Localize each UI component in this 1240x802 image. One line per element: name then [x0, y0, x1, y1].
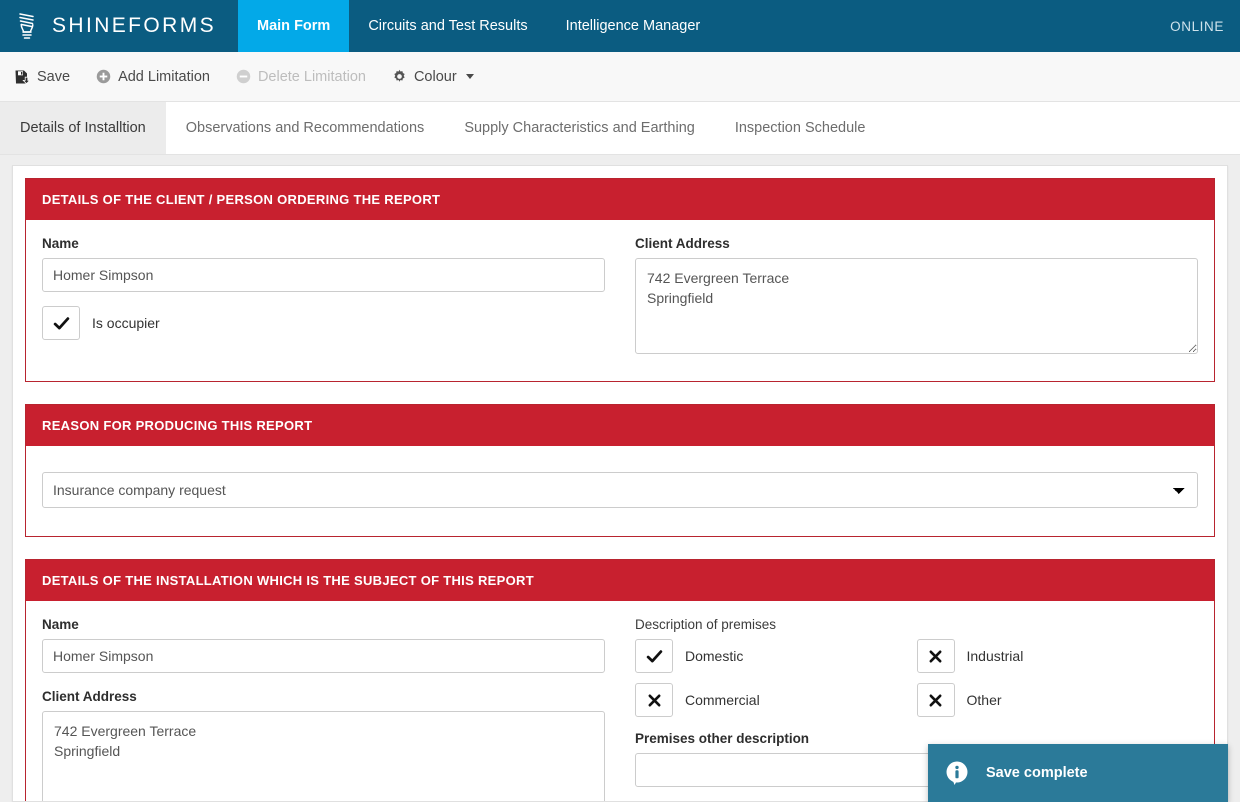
panel-client-details: DETAILS OF THE CLIENT / PERSON ORDERING … — [25, 178, 1215, 382]
toast-message: Save complete — [986, 765, 1088, 781]
nav-item-label: Intelligence Manager — [566, 18, 701, 34]
premises-option-other[interactable]: Other — [917, 683, 1199, 717]
is-occupier-label: Is occupier — [92, 315, 160, 331]
panel-title: REASON FOR PRODUCING THIS REPORT — [26, 405, 1214, 446]
tab-observations-and-recommendations[interactable]: Observations and Recommendations — [166, 102, 445, 154]
toast-notification[interactable]: Save complete — [928, 744, 1228, 802]
form-tabs: Details of Installtion Observations and … — [0, 102, 1240, 155]
installation-name-input[interactable] — [42, 639, 605, 673]
floppy-save-icon — [14, 69, 30, 85]
gear-icon — [392, 69, 407, 84]
brand[interactable]: SHINEFORMS — [0, 0, 238, 52]
minus-circle-icon — [236, 69, 251, 84]
tab-details-of-installation[interactable]: Details of Installtion — [0, 102, 166, 154]
premises-option-commercial[interactable]: Commercial — [635, 683, 917, 717]
add-limitation-button[interactable]: Add Limitation — [96, 69, 210, 85]
premises-checkbox-grid: Domestic Industr — [635, 639, 1198, 717]
tab-label: Supply Characteristics and Earthing — [464, 120, 695, 136]
delete-limitation-label: Delete Limitation — [258, 69, 366, 85]
nav-item-main-form[interactable]: Main Form — [238, 0, 349, 52]
save-button[interactable]: Save — [14, 69, 70, 85]
nav-item-circuits-and-test-results[interactable]: Circuits and Test Results — [349, 0, 546, 52]
domestic-label: Domestic — [685, 648, 743, 664]
client-address-textarea[interactable] — [635, 258, 1198, 354]
client-name-label: Name — [42, 236, 605, 251]
tab-inspection-schedule[interactable]: Inspection Schedule — [715, 102, 886, 154]
colour-button-label: Colour — [414, 69, 457, 85]
industrial-label: Industrial — [967, 648, 1024, 664]
reason-select[interactable]: Insurance company request — [42, 472, 1198, 508]
lightbulb-cfl-icon — [14, 11, 40, 41]
other-label: Other — [967, 692, 1002, 708]
is-occupier-checkbox[interactable] — [42, 306, 80, 340]
premises-option-domestic[interactable]: Domestic — [635, 639, 917, 673]
nav-item-label: Circuits and Test Results — [368, 18, 527, 34]
commercial-label: Commercial — [685, 692, 760, 708]
online-status-indicator: ONLINE — [1154, 0, 1240, 52]
tab-label: Observations and Recommendations — [186, 120, 425, 136]
installation-address-label: Client Address — [42, 689, 605, 704]
check-icon — [53, 315, 70, 332]
tab-label: Details of Installtion — [20, 120, 146, 136]
cross-icon — [928, 649, 943, 664]
client-address-label: Client Address — [635, 236, 1198, 251]
save-button-label: Save — [37, 69, 70, 85]
info-bubble-icon — [944, 760, 970, 786]
check-icon — [646, 648, 663, 665]
colour-dropdown-button[interactable]: Colour — [392, 69, 474, 85]
top-navbar: SHINEFORMS Main Form Circuits and Test R… — [0, 0, 1240, 52]
industrial-checkbox[interactable] — [917, 639, 955, 673]
nav-item-intelligence-manager[interactable]: Intelligence Manager — [547, 0, 720, 52]
delete-limitation-button: Delete Limitation — [236, 69, 366, 85]
panel-title: DETAILS OF THE INSTALLATION WHICH IS THE… — [26, 560, 1214, 601]
cross-icon — [928, 693, 943, 708]
tab-supply-characteristics-and-earthing[interactable]: Supply Characteristics and Earthing — [444, 102, 715, 154]
add-limitation-label: Add Limitation — [118, 69, 210, 85]
client-name-input[interactable] — [42, 258, 605, 292]
action-toolbar: Save Add Limitation Delete Limitation — [0, 52, 1240, 102]
plus-circle-icon — [96, 69, 111, 84]
panel-reason-for-report: REASON FOR PRODUCING THIS REPORT Insuran… — [25, 404, 1215, 537]
commercial-checkbox[interactable] — [635, 683, 673, 717]
page-body: DETAILS OF THE CLIENT / PERSON ORDERING … — [0, 155, 1240, 802]
installation-address-textarea[interactable] — [42, 711, 605, 802]
cross-icon — [647, 693, 662, 708]
tab-label: Inspection Schedule — [735, 120, 866, 136]
online-status-label: ONLINE — [1170, 19, 1224, 34]
premises-description-label: Description of premises — [635, 617, 1198, 632]
form-content-card: DETAILS OF THE CLIENT / PERSON ORDERING … — [12, 165, 1228, 802]
panel-title: DETAILS OF THE CLIENT / PERSON ORDERING … — [26, 179, 1214, 220]
chevron-down-icon — [466, 74, 474, 79]
nav-item-label: Main Form — [257, 18, 330, 34]
installation-name-label: Name — [42, 617, 605, 632]
domestic-checkbox[interactable] — [635, 639, 673, 673]
other-checkbox[interactable] — [917, 683, 955, 717]
brand-text: SHINEFORMS — [52, 14, 216, 38]
premises-option-industrial[interactable]: Industrial — [917, 639, 1199, 673]
